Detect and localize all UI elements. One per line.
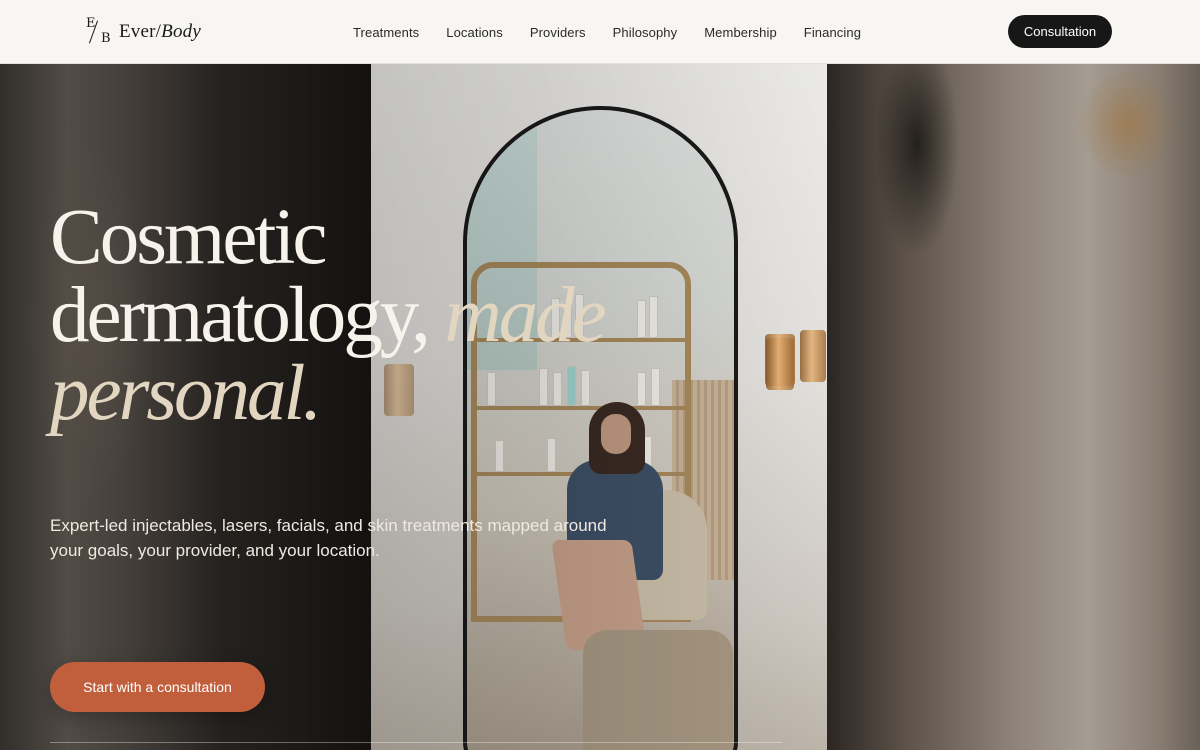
consultation-button[interactable]: Consultation [1008, 15, 1112, 48]
hero-divider [50, 742, 782, 743]
start-consultation-button[interactable]: Start with a consultation [50, 662, 265, 712]
nav-providers[interactable]: Providers [530, 25, 586, 40]
main-nav: Treatments Locations Providers Philosoph… [353, 0, 888, 64]
nav-locations[interactable]: Locations [446, 25, 503, 40]
brand-logo[interactable]: E B Ever/Body [86, 16, 201, 48]
headline-accent-personal: personal. [50, 350, 322, 437]
headline-line-1: Cosmetic [50, 194, 327, 281]
brand-name-second: Body [161, 21, 201, 42]
hero-subheading: Expert-led injectables, lasers, facials,… [50, 516, 607, 560]
site-header: E B Ever/Body Treatments Locations Provi… [0, 0, 1200, 64]
monogram-bottom-letter: B [101, 31, 111, 46]
headline-line-2: dermatology, [50, 272, 431, 359]
nav-treatments[interactable]: Treatments [353, 25, 419, 40]
nav-membership[interactable]: Membership [704, 25, 777, 40]
hero-section: Cosmetic dermatology, made personal. Exp… [0, 64, 1200, 750]
brand-name-first: Ever [119, 21, 156, 42]
nav-financing[interactable]: Financing [804, 25, 861, 40]
nav-philosophy[interactable]: Philosophy [613, 25, 678, 40]
headline-accent-made: made [444, 272, 607, 359]
brand-monogram: E B [86, 17, 112, 47]
hero-headline: Cosmetic dermatology, made personal. [50, 198, 690, 433]
brand-wordmark: Ever/Body [119, 21, 201, 43]
